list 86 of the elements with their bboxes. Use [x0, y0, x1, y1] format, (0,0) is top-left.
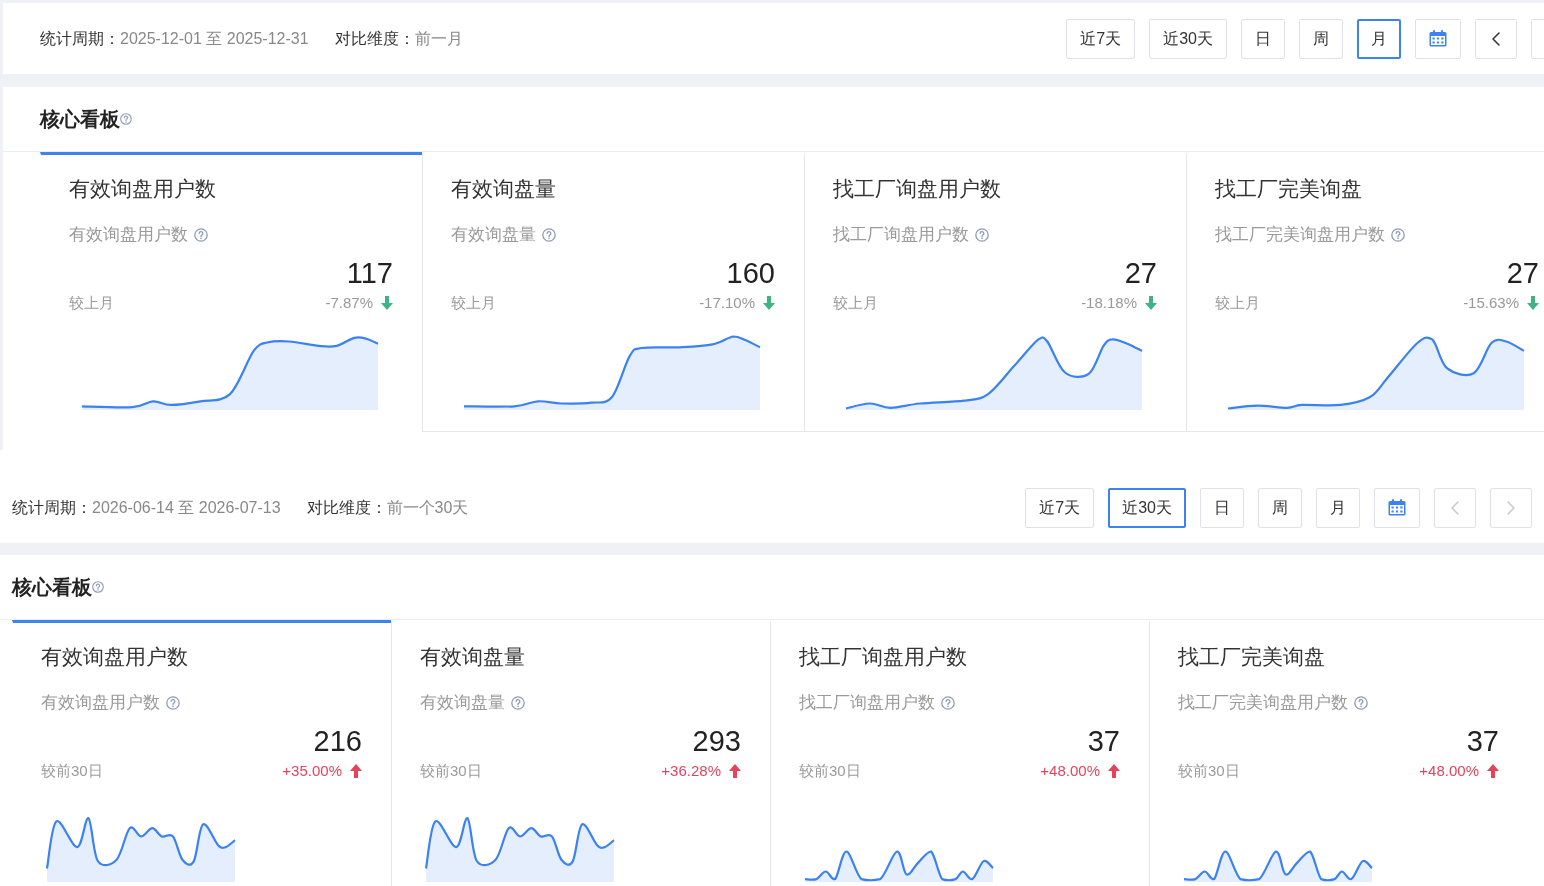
comparison-period: 较上月 [1215, 293, 1260, 313]
period-label: 统计周期： [12, 498, 92, 516]
comparison-value: 前一月 [414, 29, 463, 47]
comparison-period: 较前30日 [1178, 761, 1240, 781]
date-range-button[interactable]: 日 [1241, 18, 1285, 59]
metric-card[interactable]: 有效询盘用户数 有效询盘用户数 216 较前30日 +35.00% [12, 620, 391, 886]
metric-card[interactable]: 有效询盘量 有效询盘量 293 较前30日 +36.28% [391, 620, 770, 886]
panel-title: 核心看板 [40, 107, 120, 132]
period-label: 统计周期： [40, 29, 120, 47]
help-icon [166, 696, 180, 710]
metric-title: 找工厂完美询盘 [1215, 176, 1363, 202]
calendar-button[interactable] [1374, 487, 1420, 528]
metric-description: 找工厂询盘用户数 [833, 224, 969, 246]
metric-title: 有效询盘用户数 [69, 176, 217, 202]
comparison-label: 对比维度： [334, 29, 415, 47]
help-icon [975, 228, 989, 242]
metric-description: 找工厂完美询盘用户数 [1215, 224, 1385, 246]
calendar-icon [1429, 30, 1447, 47]
change-percent: -15.63% [1463, 293, 1519, 313]
date-range-button[interactable]: 日 [1200, 487, 1244, 528]
metric-value: 27 [1506, 256, 1539, 290]
metric-value: 216 [313, 724, 362, 758]
metric-title: 有效询盘量 [451, 176, 557, 202]
date-range-button[interactable]: 月 [1357, 18, 1401, 59]
metric-value: 160 [726, 256, 775, 290]
change-percent: -17.10% [699, 293, 755, 313]
metric-title: 找工厂询盘用户数 [833, 176, 1002, 202]
metric-value: 37 [1087, 724, 1120, 758]
chevron-left-icon [1492, 31, 1500, 46]
metric-description: 有效询盘量 [420, 692, 505, 714]
date-range-button[interactable]: 周 [1299, 18, 1343, 59]
help-icon [941, 696, 955, 710]
help-icon [194, 228, 208, 242]
metric-description: 找工厂完美询盘用户数 [1178, 692, 1348, 714]
period-value: 2025-12-01 至 2025-12-31 [120, 29, 309, 47]
metric-card[interactable]: 有效询盘用户数 有效询盘用户数 117 较上月 -7.87% [40, 152, 422, 432]
metric-value: 117 [346, 256, 393, 290]
chevron-left-icon [1451, 500, 1459, 515]
metric-title: 有效询盘量 [420, 644, 526, 670]
change-percent: +48.00% [1040, 761, 1100, 781]
panel-title: 核心看板 [12, 575, 92, 600]
change-percent: +35.00% [282, 761, 342, 781]
comparison-period: 较上月 [451, 293, 496, 313]
metric-card[interactable]: 找工厂完美询盘 找工厂完美询盘用户数 37 较前30日 +48.00% [1149, 620, 1528, 886]
calendar-icon [1388, 499, 1406, 516]
help-icon [542, 228, 556, 242]
comparison-value: 前一个30天 [386, 498, 469, 516]
help-icon [92, 581, 104, 593]
metric-description: 有效询盘用户数 [69, 224, 188, 246]
help-icon [120, 113, 132, 125]
metric-value: 293 [692, 724, 741, 758]
metric-value: 27 [1124, 256, 1157, 290]
period-value: 2026-06-14 至 2026-07-13 [92, 498, 281, 516]
metric-card[interactable]: 找工厂询盘用户数 找工厂询盘用户数 37 较前30日 +48.00% [770, 620, 1149, 886]
help-icon [1391, 228, 1405, 242]
metric-title: 找工厂询盘用户数 [799, 644, 968, 670]
change-percent: +48.00% [1419, 761, 1479, 781]
comparison-label: 对比维度： [306, 498, 387, 516]
metric-card[interactable]: 找工厂询盘用户数 找工厂询盘用户数 27 较上月 -18.18% [804, 152, 1186, 432]
comparison-period: 较前30日 [420, 761, 482, 781]
metric-value: 37 [1466, 724, 1499, 758]
metric-description: 找工厂询盘用户数 [799, 692, 935, 714]
date-range-button[interactable]: 近7天 [1066, 18, 1136, 59]
metric-description: 有效询盘用户数 [41, 692, 160, 714]
date-range-button[interactable]: 近7天 [1025, 487, 1095, 528]
metric-card[interactable]: 有效询盘量 有效询盘量 160 较上月 -17.10% [422, 152, 804, 432]
comparison-period: 较前30日 [799, 761, 861, 781]
change-percent: +36.28% [661, 761, 721, 781]
metric-description: 有效询盘量 [451, 224, 536, 246]
comparison-period: 较上月 [833, 293, 878, 313]
help-icon [1354, 696, 1368, 710]
chevron-right-icon [1507, 500, 1515, 515]
date-range-button[interactable]: 月 [1316, 487, 1360, 528]
help-icon [511, 696, 525, 710]
change-percent: -7.87% [325, 293, 373, 313]
date-range-button[interactable]: 近30天 [1149, 18, 1227, 59]
date-range-button[interactable]: 近30天 [1108, 487, 1186, 528]
calendar-button[interactable] [1415, 18, 1461, 59]
change-percent: -18.18% [1081, 293, 1137, 313]
comparison-period: 较上月 [69, 293, 114, 313]
metric-title: 有效询盘用户数 [41, 644, 189, 670]
comparison-period: 较前30日 [41, 761, 103, 781]
metric-title: 找工厂完美询盘 [1178, 644, 1326, 670]
previous-button[interactable] [1475, 18, 1517, 59]
date-range-button[interactable]: 周 [1258, 487, 1302, 528]
metric-card[interactable]: 找工厂完美询盘 找工厂完美询盘用户数 27 较上月 -15.63% [1186, 152, 1544, 432]
